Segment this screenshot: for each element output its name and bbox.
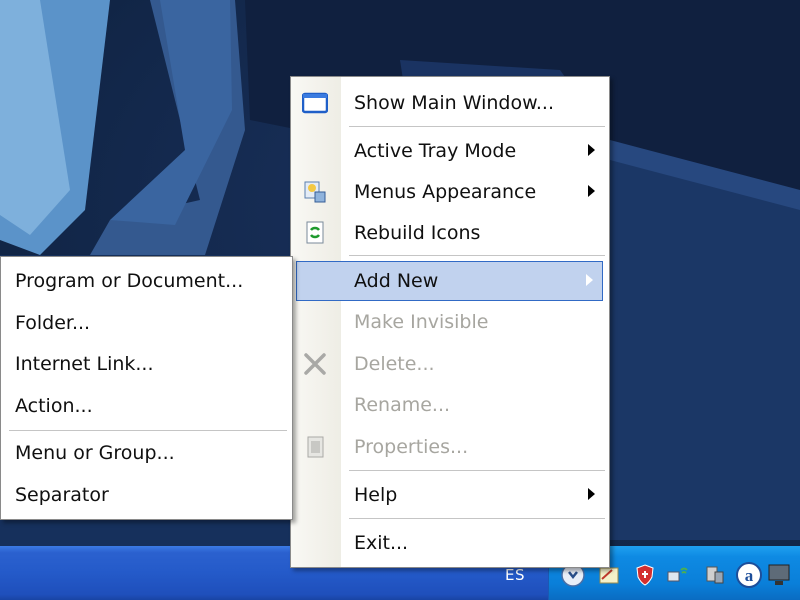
menu-item-label: Internet Link... [15,353,154,375]
menu-separator [349,255,605,256]
submenu-item-action[interactable]: Action... [1,386,292,426]
properties-icon [307,436,324,458]
rebuild-icon [306,221,324,244]
menu-item-delete[interactable]: Delete... [291,344,609,384]
menu-item-label: Make Invisible [354,311,489,333]
shield-icon[interactable] [630,560,660,590]
menu-item-label: Menus Appearance [354,181,537,203]
language-indicator[interactable]: ES [505,566,525,584]
menu-item-label: Help [354,484,398,506]
network-icon[interactable] [662,560,692,590]
menu-item-label: Properties... [354,436,469,458]
menu-item-exit[interactable]: Exit... [291,523,609,563]
device-icon[interactable] [700,560,730,590]
menu-item-show-main-window[interactable]: Show Main Window... [291,83,609,123]
display-icon[interactable] [764,560,794,590]
appearance-icon [304,181,326,203]
menu-item-help[interactable]: Help [291,475,609,515]
menu-item-label: Add New [354,270,439,292]
svg-text:a: a [745,566,754,585]
menu-item-label: Show Main Window... [354,92,554,114]
tray-context-menu: Show Main Window... Active Tray Mode Men… [290,76,610,568]
avast-icon[interactable]: a [734,560,764,590]
menu-item-label: Delete... [354,353,435,375]
submenu-arrow-icon [588,144,595,156]
menu-separator [349,470,605,471]
menu-item-label: Rebuild Icons [354,222,481,244]
menu-item-active-tray-mode[interactable]: Active Tray Mode [291,131,609,171]
menu-item-label: Exit... [354,532,409,554]
submenu-item-menu-or-group[interactable]: Menu or Group... [1,433,292,473]
submenu-item-separator[interactable]: Separator [1,475,292,515]
menu-item-label: Program or Document... [15,270,244,292]
menu-item-label: Rename... [354,394,451,416]
submenu-arrow-icon [588,488,595,500]
menu-separator [349,126,605,127]
add-new-submenu: Program or Document... Folder... Interne… [0,256,293,520]
submenu-item-program-or-document[interactable]: Program or Document... [1,261,292,301]
menu-separator [349,518,605,519]
menu-item-properties[interactable]: Properties... [291,427,609,467]
menu-item-label: Separator [15,484,109,506]
delete-icon [304,353,326,375]
menu-item-rebuild-icons[interactable]: Rebuild Icons [291,213,609,253]
menu-separator [9,430,287,431]
submenu-item-folder[interactable]: Folder... [1,303,292,343]
menu-item-label: Folder... [15,312,91,334]
menu-item-menus-appearance[interactable]: Menus Appearance [291,172,609,212]
menu-item-label: Action... [15,395,93,417]
menu-item-add-new[interactable]: Add New [296,261,603,301]
submenu-item-internet-link[interactable]: Internet Link... [1,344,292,384]
menu-item-label: Menu or Group... [15,442,175,464]
submenu-arrow-icon [588,185,595,197]
window-icon [302,92,328,114]
menu-item-make-invisible[interactable]: Make Invisible [291,302,609,342]
menu-item-label: Active Tray Mode [354,140,517,162]
menu-item-rename[interactable]: Rename... [291,385,609,425]
submenu-arrow-icon [586,274,593,286]
